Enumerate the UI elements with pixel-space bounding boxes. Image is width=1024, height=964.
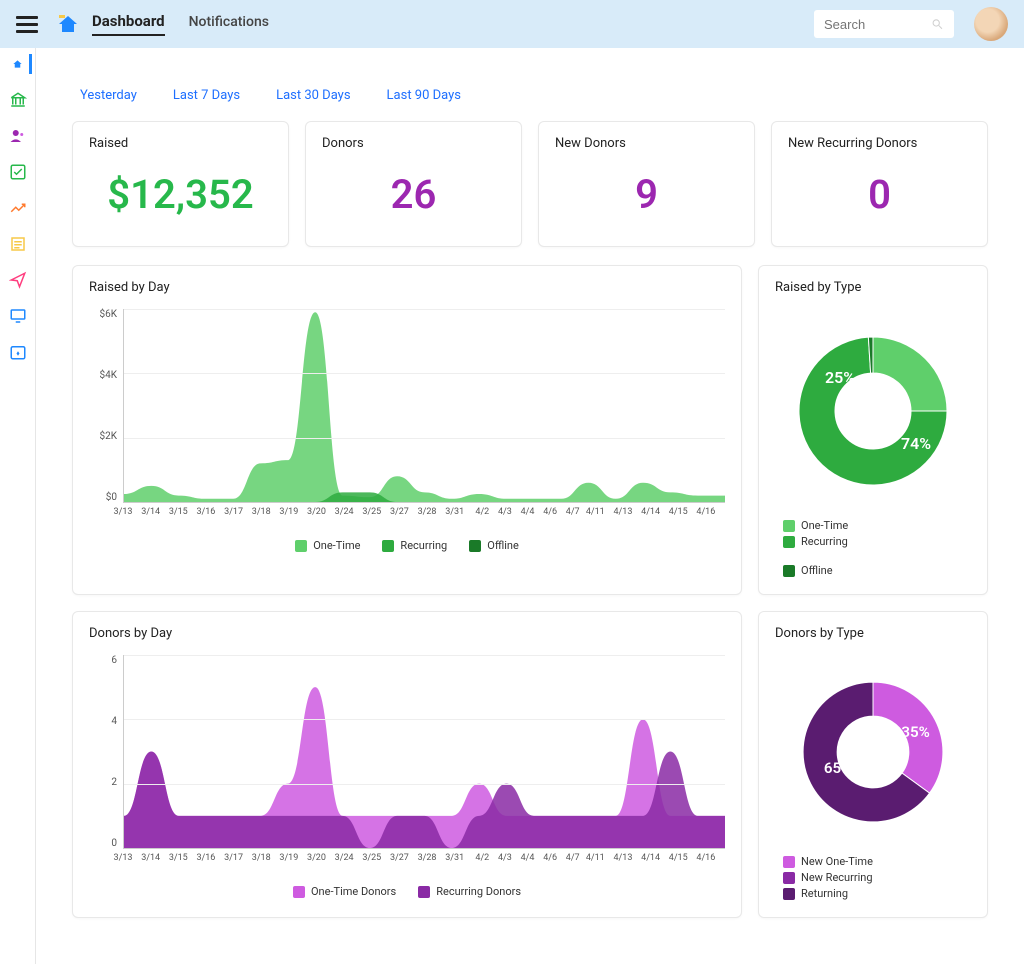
raised-by-type-card: Raised by Type 25% 74% One-TimeRecurringO… [758, 265, 988, 595]
list-icon[interactable] [8, 234, 28, 254]
date-range-tabs: Yesterday Last 7 Days Last 30 Days Last … [80, 88, 988, 103]
area-chart-svg [124, 309, 725, 502]
stat-label: New Donors [555, 136, 738, 151]
chart-title: Donors by Type [775, 626, 971, 641]
svg-text:65%: 65% [824, 759, 852, 777]
home-icon[interactable] [12, 54, 32, 74]
range-last-90[interactable]: Last 90 Days [387, 88, 461, 103]
stat-label: Donors [322, 136, 505, 151]
donors-by-day-chart: 6420 3/133/143/153/163/173/183/193/203/2… [89, 655, 725, 875]
stat-value: 9 [555, 163, 738, 232]
tab-dashboard[interactable]: Dashboard [92, 12, 165, 36]
svg-text:35%: 35% [901, 723, 929, 741]
stat-row: Raised $12,352 Donors 26 New Donors 9 Ne… [72, 121, 988, 247]
donut-chart-svg: 65% 35% [788, 667, 958, 837]
x-axis-labels: 3/133/143/153/163/173/183/193/203/243/25… [123, 507, 725, 529]
raised-by-day-card: Raised by Day $6K$4K$2K$0 3/133/143/153/… [72, 265, 742, 595]
chart-title: Donors by Day [89, 626, 725, 641]
chart-title: Raised by Type [775, 280, 971, 295]
chart-legend: One-TimeRecurringOffline [89, 529, 725, 552]
range-last-7[interactable]: Last 7 Days [173, 88, 240, 103]
donors-donut: 65% 35% [775, 655, 971, 849]
stat-label: New Recurring Donors [788, 136, 971, 151]
search-box[interactable] [814, 10, 954, 38]
chart-legend: One-Time DonorsRecurring Donors [89, 875, 725, 898]
donors-by-day-card: Donors by Day 6420 3/133/143/153/163/173… [72, 611, 742, 918]
stat-new-recurring: New Recurring Donors 0 [771, 121, 988, 247]
chart-title: Raised by Day [89, 280, 725, 295]
x-axis-labels: 3/133/143/153/163/173/183/193/203/243/25… [123, 853, 725, 875]
check-icon[interactable] [8, 162, 28, 182]
raised-by-day-chart: $6K$4K$2K$0 3/133/143/153/163/173/183/19… [89, 309, 725, 529]
header-tabs: Dashboard Notifications [92, 12, 269, 36]
y-axis-labels: 6420 [89, 655, 121, 849]
bank-icon[interactable] [8, 90, 28, 110]
send-icon[interactable] [8, 270, 28, 290]
menu-icon[interactable] [16, 12, 38, 37]
donors-icon[interactable] [8, 126, 28, 146]
calendar-icon[interactable] [8, 342, 28, 362]
tab-notifications[interactable]: Notifications [189, 14, 269, 34]
raised-donut: 25% 74% [775, 309, 971, 513]
svg-text:74%: 74% [901, 434, 931, 453]
app-logo-icon [56, 12, 80, 36]
stat-value: $12,352 [89, 163, 272, 232]
stat-raised: Raised $12,352 [72, 121, 289, 247]
search-icon [931, 17, 944, 31]
search-input[interactable] [824, 17, 931, 32]
donors-by-type-card: Donors by Type 65% 35% New One-TimeNew Re… [758, 611, 988, 918]
stat-value: 26 [322, 163, 505, 232]
top-bar: Dashboard Notifications [0, 0, 1024, 48]
stat-donors: Donors 26 [305, 121, 522, 247]
monitor-icon[interactable] [8, 306, 28, 326]
donut-chart-svg: 25% 74% [783, 321, 963, 501]
trend-icon[interactable] [8, 198, 28, 218]
avatar[interactable] [974, 7, 1008, 41]
svg-text:25%: 25% [825, 368, 855, 387]
stat-new-donors: New Donors 9 [538, 121, 755, 247]
area-chart-svg [124, 655, 725, 848]
chart-legend: New One-TimeNew RecurringReturning [775, 849, 971, 900]
sidebar [0, 48, 36, 964]
chart-legend: One-TimeRecurringOffline [775, 513, 971, 577]
y-axis-labels: $6K$4K$2K$0 [89, 309, 121, 503]
stat-value: 0 [788, 163, 971, 232]
main-content: Yesterday Last 7 Days Last 30 Days Last … [36, 48, 1024, 964]
range-last-30[interactable]: Last 30 Days [276, 88, 350, 103]
stat-label: Raised [89, 136, 272, 151]
range-yesterday[interactable]: Yesterday [80, 88, 137, 103]
